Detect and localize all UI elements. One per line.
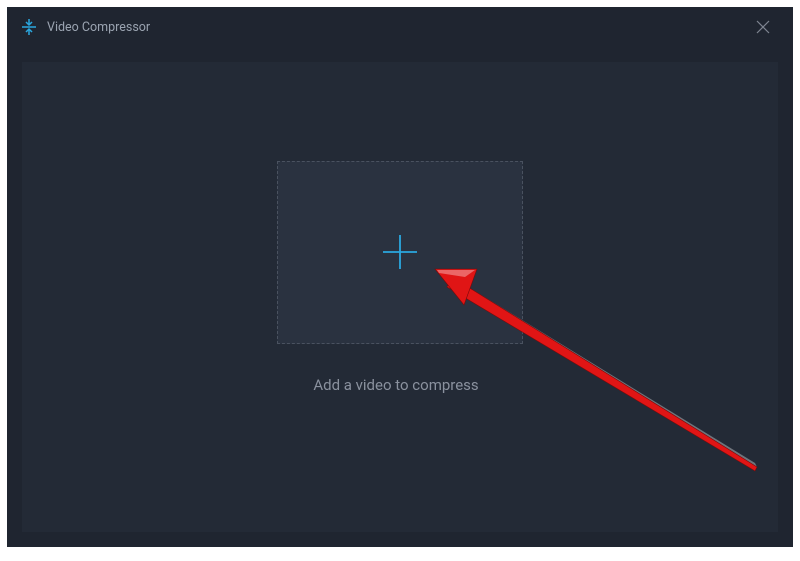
plus-icon [381,233,419,271]
instruction-label: Add a video to compress [313,376,478,394]
app-window: Video Compressor Add a video to compress [7,7,793,547]
main-content: Add a video to compress [22,62,778,532]
titlebar: Video Compressor [7,7,793,47]
close-icon [756,20,770,34]
app-title: Video Compressor [47,20,150,35]
compress-icon [21,19,37,35]
add-video-dropzone[interactable] [277,161,523,344]
title-left: Video Compressor [21,19,150,35]
close-button[interactable] [751,15,775,39]
